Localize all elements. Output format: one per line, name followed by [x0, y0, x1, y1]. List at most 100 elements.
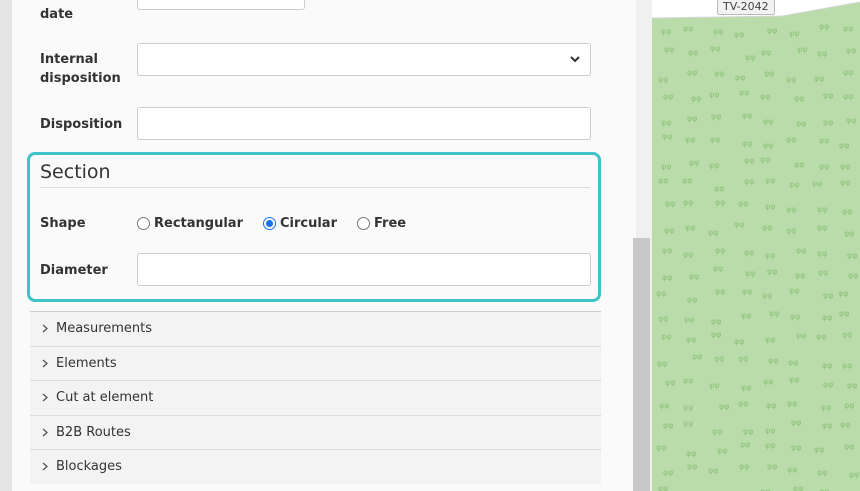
diameter-field[interactable] — [137, 253, 591, 286]
shape-option-circular[interactable]: Circular — [262, 216, 337, 231]
tree-mark: φφ — [786, 205, 797, 214]
tree-mark: φφ — [795, 271, 806, 280]
tree-mark: φφ — [739, 88, 750, 97]
tree-mark: φφ — [821, 403, 832, 412]
tree-mark: φφ — [661, 332, 672, 341]
tree-mark: φφ — [661, 27, 672, 36]
road-label: TV-2042 — [717, 0, 775, 15]
tree-mark: φφ — [823, 380, 834, 389]
tree-mark: φφ — [786, 226, 797, 235]
tree-mark: φφ — [842, 361, 853, 370]
tree-mark: φφ — [715, 246, 726, 255]
tree-mark: φφ — [735, 73, 746, 82]
tree-mark: φφ — [712, 427, 723, 436]
tree-mark: φφ — [689, 158, 700, 167]
accordion-label: B2B Routes — [56, 424, 131, 440]
date-field[interactable]: —— — [137, 0, 305, 10]
tree-mark: φφ — [819, 136, 830, 145]
radio-rectangular[interactable] — [137, 217, 150, 230]
tree-mark: φφ — [760, 92, 771, 101]
tree-mark: φφ — [789, 29, 800, 38]
map-view[interactable]: TV-2042 φφ φφ φφ φφ φφ φφ φφ φφ φφ φφ φφ φφ φφ φφ φφ φφ… — [652, 0, 860, 491]
tree-mark: φφ — [656, 443, 667, 452]
accordion-label: Blockages — [56, 459, 122, 475]
tree-mark: φφ — [790, 312, 801, 321]
section-title: Section — [40, 161, 111, 183]
tree-mark: φφ — [789, 286, 800, 295]
tree-mark: φφ — [768, 356, 779, 365]
tree-mark: φφ — [745, 269, 756, 278]
tree-mark: φφ — [710, 44, 721, 53]
tree-mark: φφ — [686, 335, 697, 344]
tree-mark: φφ — [789, 180, 800, 189]
tree-mark: φφ — [765, 441, 776, 450]
tree-mark: φφ — [745, 53, 756, 62]
scrollbar-thumb[interactable] — [633, 238, 650, 491]
tree-mark: φφ — [663, 468, 674, 477]
tree-mark: φφ — [842, 207, 853, 216]
shape-radio-group: Rectangular Circular Free — [137, 216, 426, 231]
radio-free[interactable] — [357, 217, 370, 230]
tree-mark: φφ — [734, 30, 745, 39]
tree-mark: φφ — [683, 24, 694, 33]
tree-mark: φφ — [819, 22, 830, 31]
tree-mark: φφ — [817, 249, 828, 258]
radio-circular[interactable] — [262, 217, 276, 230]
radio-label-circular: Circular — [279, 216, 337, 231]
tree-mark: φφ — [659, 401, 670, 410]
tree-mark: φφ — [846, 46, 857, 55]
tree-mark: φφ — [762, 223, 773, 232]
accordion-item-blockages[interactable]: Blockages — [30, 449, 601, 484]
tree-mark: φφ — [714, 69, 725, 78]
tree-mark: φφ — [822, 313, 833, 322]
internal-disposition-label: Internal disposition — [40, 52, 121, 86]
shape-option-free[interactable]: Free — [357, 216, 406, 231]
tree-mark: φφ — [744, 177, 755, 186]
accordion-label: Elements — [56, 355, 117, 371]
tree-mark: φφ — [823, 291, 834, 300]
tree-mark: φφ — [713, 27, 724, 36]
tree-mark: φφ — [686, 449, 697, 458]
accordion-item-cut-at-element[interactable]: Cut at element — [30, 380, 601, 415]
internal-disposition-select[interactable] — [137, 43, 591, 76]
tree-mark: φφ — [663, 421, 674, 430]
tree-mark: φφ — [839, 309, 850, 318]
tree-mark: φφ — [708, 466, 719, 475]
tree-mark: φφ — [685, 223, 696, 232]
tree-mark: φφ — [814, 445, 825, 454]
tree-mark: φφ — [717, 446, 728, 455]
tree-mark: φφ — [822, 421, 833, 430]
tree-mark: φφ — [711, 112, 722, 121]
shape-option-rectangular[interactable]: Rectangular — [137, 216, 243, 231]
tree-mark: φφ — [844, 401, 855, 410]
tree-mark: φφ — [814, 74, 825, 83]
tree-mark: φφ — [664, 226, 675, 235]
accordion-item-measurements[interactable]: Measurements — [30, 311, 601, 346]
accordion-item-b2b-routes[interactable]: B2B Routes — [30, 414, 601, 449]
tree-mark: φφ — [661, 118, 672, 127]
tree-mark: φφ — [738, 399, 749, 408]
tree-mark: φφ — [767, 26, 778, 35]
tree-mark: φφ — [741, 383, 752, 392]
chevron-down-icon — [570, 56, 580, 63]
tree-mark: φφ — [817, 223, 828, 232]
tree-mark: φφ — [714, 184, 725, 193]
tree-mark: φφ — [817, 468, 828, 477]
accordion-item-elements[interactable]: Elements — [30, 345, 601, 380]
tree-mark: φφ — [734, 337, 745, 346]
tree-mark: φφ — [842, 330, 853, 339]
tree-mark: φφ — [764, 69, 775, 78]
disposition-field[interactable] — [137, 107, 591, 140]
tree-mark: φφ — [665, 378, 676, 387]
tree-mark: φφ — [719, 402, 730, 411]
tree-mark: φφ — [846, 116, 857, 125]
tree-mark: φφ — [710, 135, 721, 144]
tree-mark: φφ — [763, 117, 774, 126]
tree-mark: φφ — [741, 311, 752, 320]
tree-mark: φφ — [817, 49, 828, 58]
tree-mark: φφ — [688, 48, 699, 57]
tree-mark: φφ — [687, 68, 698, 77]
tree-mark: φφ — [687, 295, 698, 304]
tree-mark: φφ — [765, 335, 776, 344]
tree-mark: φφ — [763, 141, 774, 150]
